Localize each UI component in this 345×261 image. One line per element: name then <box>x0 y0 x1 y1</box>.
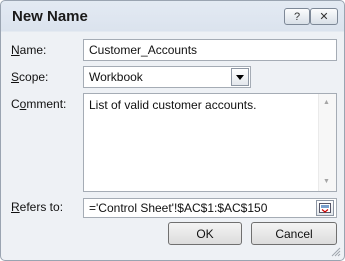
scroll-down-icon[interactable]: ▼ <box>323 178 330 185</box>
help-icon: ? <box>293 10 301 23</box>
ok-button[interactable]: OK <box>168 222 242 245</box>
refers-to-label: Refers to: <box>11 200 64 214</box>
comment-label: Comment: <box>11 97 67 111</box>
scope-select[interactable]: Workbook <box>83 66 251 88</box>
scope-value: Workbook <box>89 70 143 84</box>
refers-to-field[interactable]: ='Control Sheet'!$AC$1:$AC$150 <box>83 198 337 218</box>
cancel-button[interactable]: Cancel <box>251 222 337 245</box>
scope-label: Scope: <box>11 70 49 84</box>
close-icon: ✕ <box>319 11 329 23</box>
comment-text: List of valid customer accounts. <box>89 98 257 112</box>
refers-to-value: ='Control Sheet'!$AC$1:$AC$150 <box>89 201 268 215</box>
close-button[interactable]: ✕ <box>310 8 338 25</box>
name-label: Name: <box>11 43 47 57</box>
resize-grip-icon[interactable] <box>331 247 341 257</box>
help-button[interactable]: ? <box>284 8 310 25</box>
collapse-dialog-icon[interactable] <box>316 200 334 216</box>
new-name-dialog: New Name ? ✕ Name: Customer_Accounts Sco… <box>0 0 345 261</box>
comment-scrollbar[interactable]: ▲ ▼ <box>318 94 336 191</box>
name-field[interactable]: Customer_Accounts <box>83 39 337 61</box>
comment-field[interactable]: List of valid customer accounts. ▲ ▼ <box>83 93 337 192</box>
chevron-down-icon[interactable] <box>231 68 249 86</box>
dialog-title: New Name <box>12 8 88 25</box>
scroll-up-icon[interactable]: ▲ <box>323 99 330 106</box>
